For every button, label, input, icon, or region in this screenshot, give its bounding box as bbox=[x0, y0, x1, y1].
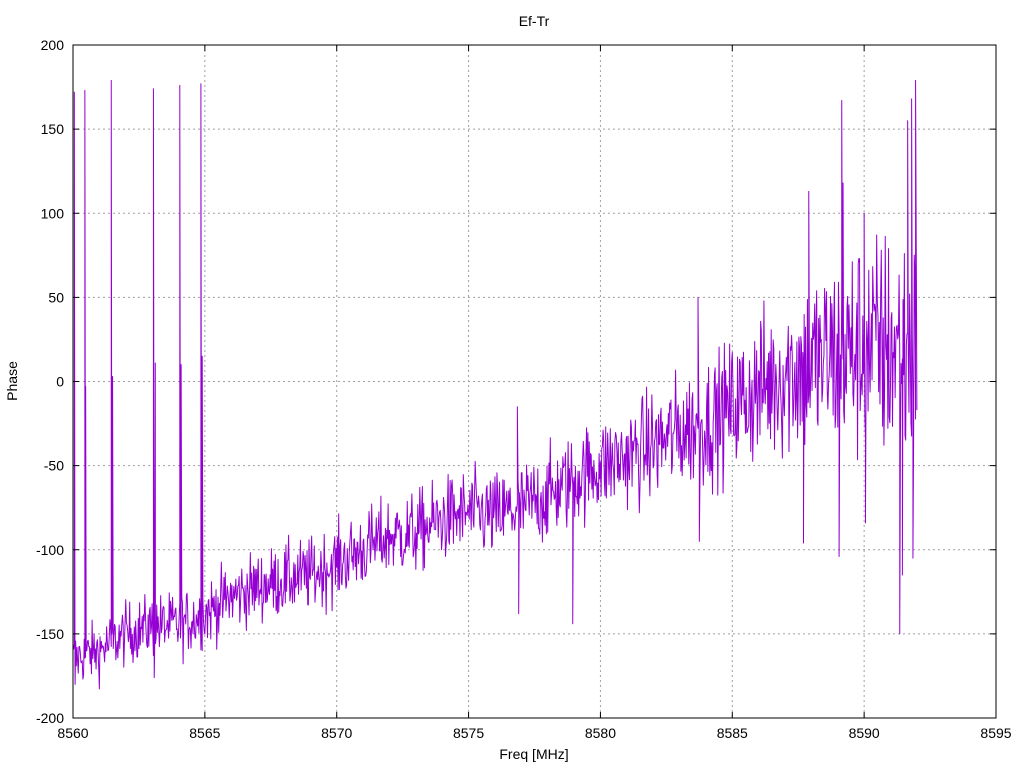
x-tick-label: 8585 bbox=[717, 725, 748, 741]
phase-chart: 8560 8565 8570 8575 8580 8585 8590 8595 -200 -150… bbox=[4, 13, 1012, 762]
y-tick-label: -150 bbox=[36, 626, 64, 642]
x-axis-label: Freq [MHz] bbox=[499, 746, 568, 762]
y-tick-label: 0 bbox=[56, 374, 64, 390]
series-line-0 bbox=[72, 79, 918, 690]
x-tick-label: 8580 bbox=[585, 725, 616, 741]
x-tick-label: 8565 bbox=[189, 725, 220, 741]
y-tick-label: -200 bbox=[36, 710, 64, 726]
y-tick-label: 150 bbox=[41, 121, 65, 137]
x-tick-label: 8570 bbox=[321, 725, 352, 741]
y-tick-label: 200 bbox=[41, 37, 65, 53]
y-tick-label: -50 bbox=[44, 458, 64, 474]
y-tick-label: -100 bbox=[36, 542, 64, 558]
y-tick-label: 100 bbox=[41, 205, 65, 221]
y-axis-label: Phase bbox=[4, 361, 20, 401]
x-tick-label: 8590 bbox=[849, 725, 880, 741]
series-layer bbox=[72, 79, 918, 690]
x-tick-label: 8560 bbox=[57, 725, 88, 741]
y-tick-label: 50 bbox=[48, 289, 64, 305]
x-tick-label: 8595 bbox=[980, 725, 1011, 741]
chart-title: Ef-Tr bbox=[519, 13, 550, 29]
x-tick-label: 8575 bbox=[453, 725, 484, 741]
